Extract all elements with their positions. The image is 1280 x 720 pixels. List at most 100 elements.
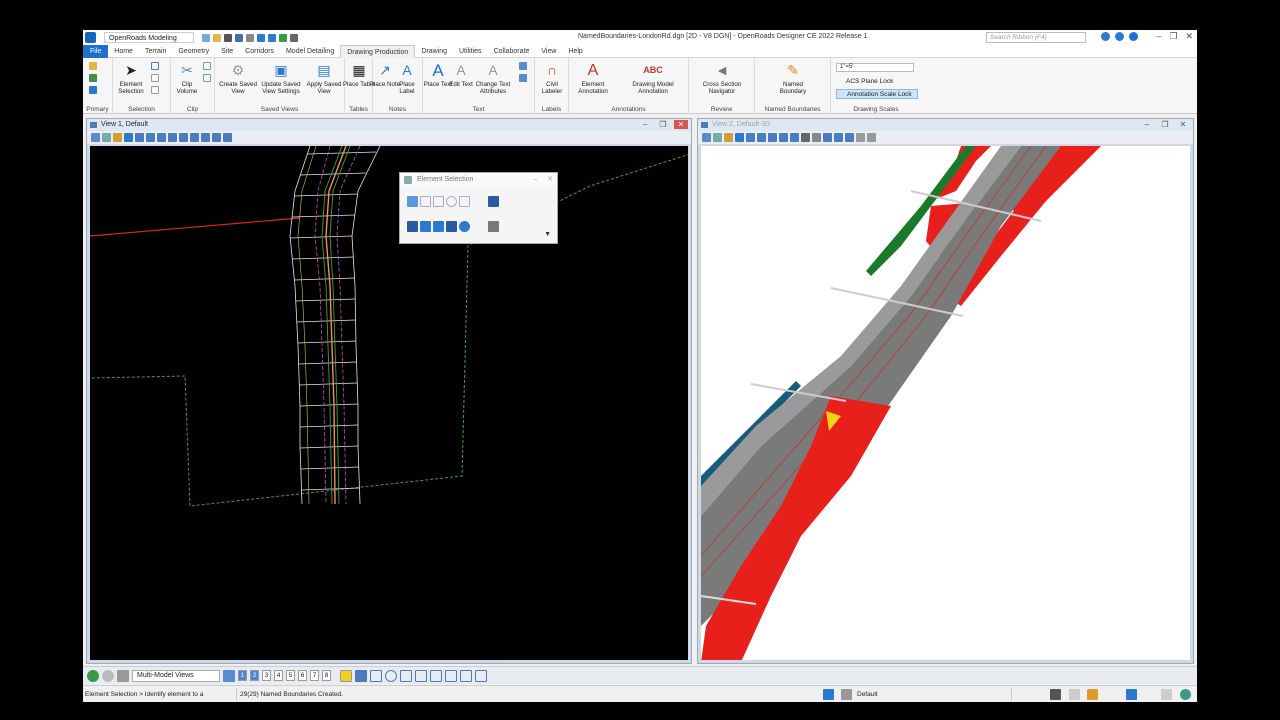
view-attributes-icon[interactable] <box>91 133 100 142</box>
snap-indicator-icon[interactable] <box>823 689 834 700</box>
drawing-model-annotation-button[interactable]: ABC Drawing Model Annotation <box>621 61 685 95</box>
restore-icon[interactable]: ❐ <box>1169 31 1177 42</box>
level-icon[interactable] <box>89 74 97 82</box>
help-icon[interactable] <box>1115 32 1124 41</box>
line-snap-icon[interactable] <box>370 669 382 682</box>
view-toggle-1[interactable]: 1 <box>238 670 247 681</box>
explorer-icon[interactable] <box>89 86 97 94</box>
section-view-icon[interactable] <box>867 133 876 142</box>
view-1-canvas-2d[interactable] <box>90 146 688 660</box>
lighting-icon[interactable] <box>113 133 122 142</box>
print-icon[interactable] <box>246 33 254 42</box>
options-icon[interactable] <box>488 221 499 232</box>
create-saved-view-button[interactable]: ⚙ Create Saved View <box>219 61 257 96</box>
tab-corridors[interactable]: Corridors <box>239 45 280 58</box>
view-toggle-7[interactable]: 7 <box>310 670 319 681</box>
save-status-icon[interactable] <box>1050 689 1061 700</box>
circle-method-icon[interactable] <box>446 196 457 207</box>
view-minimize-icon[interactable]: – <box>638 120 652 129</box>
forward-icon[interactable] <box>102 669 114 682</box>
home-status-icon[interactable] <box>1087 689 1098 700</box>
new-file-icon[interactable] <box>202 33 210 42</box>
tab-site[interactable]: Site <box>215 45 239 58</box>
tangent-snap-icon[interactable] <box>445 669 457 682</box>
back-icon[interactable] <box>87 669 99 682</box>
view-toggle-3[interactable]: 3 <box>262 670 271 681</box>
workflow-dropdown[interactable]: OpenRoads Modeling <box>104 32 194 43</box>
shape-method-icon[interactable] <box>433 196 444 207</box>
sync-status-icon[interactable] <box>1069 689 1080 700</box>
select-all-icon[interactable] <box>151 62 159 70</box>
window-area-icon[interactable] <box>157 133 166 142</box>
tab-collaborate[interactable]: Collaborate <box>488 45 536 58</box>
view-close-icon[interactable]: ✕ <box>1176 120 1190 129</box>
view-previous-icon[interactable] <box>201 133 210 142</box>
tab-file[interactable]: File <box>83 44 109 58</box>
view-previous-icon[interactable] <box>823 133 832 142</box>
zoom-out-icon[interactable] <box>757 133 766 142</box>
notifications-icon[interactable] <box>1101 32 1110 41</box>
subtract-mode-icon[interactable] <box>433 221 444 232</box>
apply-saved-view-button[interactable]: ▤ Apply Saved View <box>305 61 343 96</box>
invert-mode-icon[interactable] <box>446 221 457 232</box>
view-attributes-icon[interactable] <box>702 133 711 142</box>
properties-status-icon[interactable] <box>1126 689 1137 700</box>
camera-icon[interactable] <box>812 133 821 142</box>
origin-snap-icon[interactable] <box>400 669 412 682</box>
text-style-icon[interactable] <box>519 62 527 70</box>
add-mode-icon[interactable] <box>420 221 431 232</box>
tab-drawing[interactable]: Drawing <box>415 45 453 58</box>
view-minimize-icon[interactable]: – <box>1140 120 1154 129</box>
display-style-icon[interactable] <box>102 133 111 142</box>
open-folder-icon[interactable] <box>213 33 221 42</box>
view-next-icon[interactable] <box>834 133 843 142</box>
named-boundary-button[interactable]: ✎ Named Boundary <box>775 61 811 96</box>
save-icon[interactable] <box>224 33 232 42</box>
view-toggle-4[interactable]: 4 <box>274 670 283 681</box>
view-2-canvas-3d[interactable] <box>701 146 1190 660</box>
lock-icon[interactable] <box>841 689 852 700</box>
tab-geometry[interactable]: Geometry <box>172 45 215 58</box>
pan-view-icon[interactable] <box>190 133 199 142</box>
copy-view-icon[interactable] <box>223 133 232 142</box>
tab-help[interactable]: Help <box>562 45 588 58</box>
attributes-icon[interactable] <box>89 62 97 70</box>
clip-toggle-icon[interactable] <box>203 74 211 82</box>
snap-mode-icon[interactable] <box>340 669 352 682</box>
clip-volume-button[interactable]: ✂ Clip Volume <box>171 61 203 96</box>
view-close-icon[interactable]: ✕ <box>674 120 688 129</box>
ribbon-search-input[interactable]: Search Ribbon (F4) <box>986 32 1086 43</box>
close-icon[interactable]: ✕ <box>1185 31 1193 42</box>
fit-view-icon[interactable] <box>779 133 788 142</box>
line-method-icon[interactable] <box>459 196 470 207</box>
place-label-button[interactable]: A Place Label <box>391 61 423 96</box>
rotate-view-icon[interactable] <box>790 133 799 142</box>
redo-icon[interactable] <box>268 33 276 42</box>
active-level[interactable]: Default <box>857 686 878 702</box>
connection-status-icon[interactable] <box>1180 689 1191 700</box>
tab-home[interactable]: Home <box>108 45 139 58</box>
change-text-attributes-button[interactable]: A Change Text Attributes <box>471 61 515 96</box>
perpendicular-snap-icon[interactable] <box>460 669 472 682</box>
user-avatar-icon[interactable] <box>1129 32 1138 41</box>
acs-plane-lock-toggle[interactable]: ACS Plane Lock <box>836 77 918 87</box>
save-settings-icon[interactable] <box>235 33 243 42</box>
accudraw-icon[interactable] <box>355 669 367 682</box>
view-restore-icon[interactable]: ❐ <box>1158 120 1172 129</box>
bisector-snap-icon[interactable] <box>415 669 427 682</box>
multi-model-views-dropdown[interactable]: Multi-Model Views <box>132 669 220 682</box>
display-style-icon[interactable] <box>713 133 722 142</box>
view-window-2[interactable]: View 2, Default-3D – ❐ ✕ <box>697 118 1194 664</box>
tab-drawing-production[interactable]: Drawing Production <box>340 44 416 58</box>
undo-icon[interactable] <box>257 33 265 42</box>
view-window-1[interactable]: View 1, Default – ❐ ✕ <box>86 118 692 664</box>
tab-view[interactable]: View <box>535 45 562 58</box>
tab-terrain[interactable]: Terrain <box>139 45 172 58</box>
pin-icon[interactable] <box>279 33 287 42</box>
dialog-minimize-icon[interactable]: – <box>533 173 537 187</box>
view-group-manager-icon[interactable] <box>223 669 235 682</box>
select-all-mode-icon[interactable] <box>459 221 470 232</box>
center-snap-icon[interactable] <box>385 669 397 682</box>
cross-section-navigator-button[interactable]: ◄ Cross Section Navigator <box>699 61 745 96</box>
dialog-close-icon[interactable]: ✕ <box>547 173 553 187</box>
